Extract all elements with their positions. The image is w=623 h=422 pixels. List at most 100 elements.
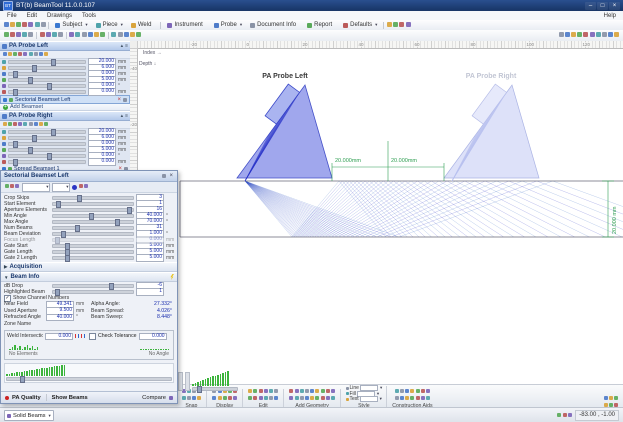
param-slider[interactable]: [8, 142, 86, 146]
tool-icon[interactable]: [23, 52, 27, 56]
highlighted-beam-value[interactable]: 1: [136, 288, 164, 296]
field-slider[interactable]: [52, 226, 134, 230]
tool-icon[interactable]: [300, 389, 304, 393]
construction-tools-strip[interactable]: [394, 396, 430, 402]
tool-icon[interactable]: [228, 396, 232, 400]
tool-icon[interactable]: [44, 122, 48, 126]
param-slider[interactable]: [8, 136, 86, 140]
tool-icon[interactable]: [310, 396, 314, 400]
tool-icon[interactable]: [84, 184, 88, 188]
file-tools-strip[interactable]: [3, 22, 46, 28]
tool-icon[interactable]: [28, 22, 33, 27]
dialog-close-icon[interactable]: ×: [168, 173, 174, 179]
tool-icon[interactable]: [274, 396, 278, 400]
tool-icon[interactable]: [4, 32, 9, 37]
param-slider[interactable]: [8, 78, 86, 82]
tool-icon[interactable]: [315, 396, 319, 400]
maximize-button[interactable]: □: [597, 2, 608, 10]
param-slider[interactable]: [8, 90, 86, 94]
slider-thumb[interactable]: [13, 89, 18, 96]
tool-icon[interactable]: [563, 413, 567, 417]
tool-icon[interactable]: [269, 396, 273, 400]
tool-icon[interactable]: [79, 184, 83, 188]
tool-icon[interactable]: [609, 396, 613, 400]
tool-icon[interactable]: [10, 32, 15, 37]
edit-tools-strip[interactable]: [248, 389, 279, 395]
instrument-button[interactable]: Instrument: [163, 21, 209, 30]
tool-icon[interactable]: [34, 122, 38, 126]
collapse-icon[interactable]: ▴: [121, 113, 124, 119]
tool-icon[interactable]: [69, 32, 74, 37]
show-beams-toggle[interactable]: Show Beams: [52, 395, 88, 401]
field-value[interactable]: 5.000: [136, 254, 164, 262]
tool-icon[interactable]: [326, 389, 330, 393]
slider-thumb[interactable]: [13, 159, 18, 166]
angle-slider[interactable]: [192, 387, 238, 391]
field-slider[interactable]: [52, 214, 134, 218]
field-slider[interactable]: [52, 208, 134, 212]
tool-icon[interactable]: [197, 396, 201, 400]
tool-icon[interactable]: [269, 389, 273, 393]
tool-icon[interactable]: [295, 396, 299, 400]
tool-icon[interactable]: [614, 396, 618, 400]
tool-icon[interactable]: [23, 122, 27, 126]
text-style-dropdown[interactable]: Text▾: [346, 397, 383, 403]
tool-icon[interactable]: [4, 22, 9, 27]
measure-tools-strip[interactable]: [111, 32, 142, 38]
tool-icon[interactable]: [130, 32, 135, 37]
param-slider[interactable]: [8, 60, 86, 64]
check-tolerance-checkbox[interactable]: [89, 333, 96, 340]
param-slider[interactable]: [8, 72, 86, 76]
defaults-button[interactable]: Defaults▾: [339, 21, 381, 30]
tool-icon[interactable]: [315, 389, 319, 393]
tool-icon[interactable]: [46, 32, 51, 37]
tool-icon[interactable]: [182, 396, 186, 400]
tool-icon[interactable]: [3, 52, 7, 56]
tool-icon[interactable]: [326, 396, 330, 400]
status-tools-strip[interactable]: [557, 413, 573, 419]
snap-tools-strip[interactable]: [181, 396, 202, 402]
tool-icon[interactable]: [331, 396, 335, 400]
tool-icon[interactable]: [426, 389, 430, 393]
tool-icon[interactable]: [13, 52, 17, 56]
tool-icon[interactable]: [18, 122, 22, 126]
tool-icon[interactable]: [22, 32, 27, 37]
tool-icon[interactable]: [16, 32, 21, 37]
tool-icon[interactable]: [387, 22, 392, 27]
slider-thumb[interactable]: [32, 65, 37, 72]
collapse-icon[interactable]: ▴: [121, 43, 124, 49]
vertical-slider[interactable]: [178, 372, 183, 391]
tool-icon[interactable]: [192, 396, 196, 400]
tool-icon[interactable]: [82, 32, 87, 37]
tool-icon[interactable]: [559, 32, 564, 37]
slider-thumb[interactable]: [13, 141, 18, 148]
param-slider[interactable]: [8, 148, 86, 152]
tool-icon[interactable]: [253, 389, 257, 393]
tool-icon[interactable]: [118, 32, 123, 37]
tool-icon[interactable]: [39, 122, 43, 126]
tool-icon[interactable]: [395, 389, 399, 393]
piece-button[interactable]: Piece▾: [92, 21, 127, 30]
tool-icon[interactable]: [10, 22, 15, 27]
param-slider[interactable]: [8, 154, 86, 158]
edit-tools-strip[interactable]: [248, 396, 279, 402]
tool-icon[interactable]: [614, 32, 619, 37]
tool-icon[interactable]: [259, 389, 263, 393]
tool-icon[interactable]: [405, 396, 409, 400]
slider-thumb[interactable]: [51, 129, 56, 136]
slider-thumb[interactable]: [109, 283, 114, 290]
tool-icon[interactable]: [577, 32, 582, 37]
compare-button[interactable]: Compare: [142, 395, 166, 401]
param-slider[interactable]: [8, 160, 86, 164]
db-drop-slider[interactable]: [52, 284, 134, 288]
display-tools-strip[interactable]: [212, 396, 238, 402]
tool-icon[interactable]: [604, 396, 608, 400]
tool-icon[interactable]: [305, 396, 309, 400]
slider-thumb[interactable]: [115, 219, 120, 226]
tool-icon[interactable]: [5, 184, 9, 188]
close-button[interactable]: ×: [609, 2, 620, 10]
field-slider[interactable]: [52, 220, 134, 224]
tool-icon[interactable]: [557, 413, 561, 417]
add-beamset-left[interactable]: + Add Beamset: [0, 104, 130, 111]
tool-icon[interactable]: [35, 22, 40, 27]
